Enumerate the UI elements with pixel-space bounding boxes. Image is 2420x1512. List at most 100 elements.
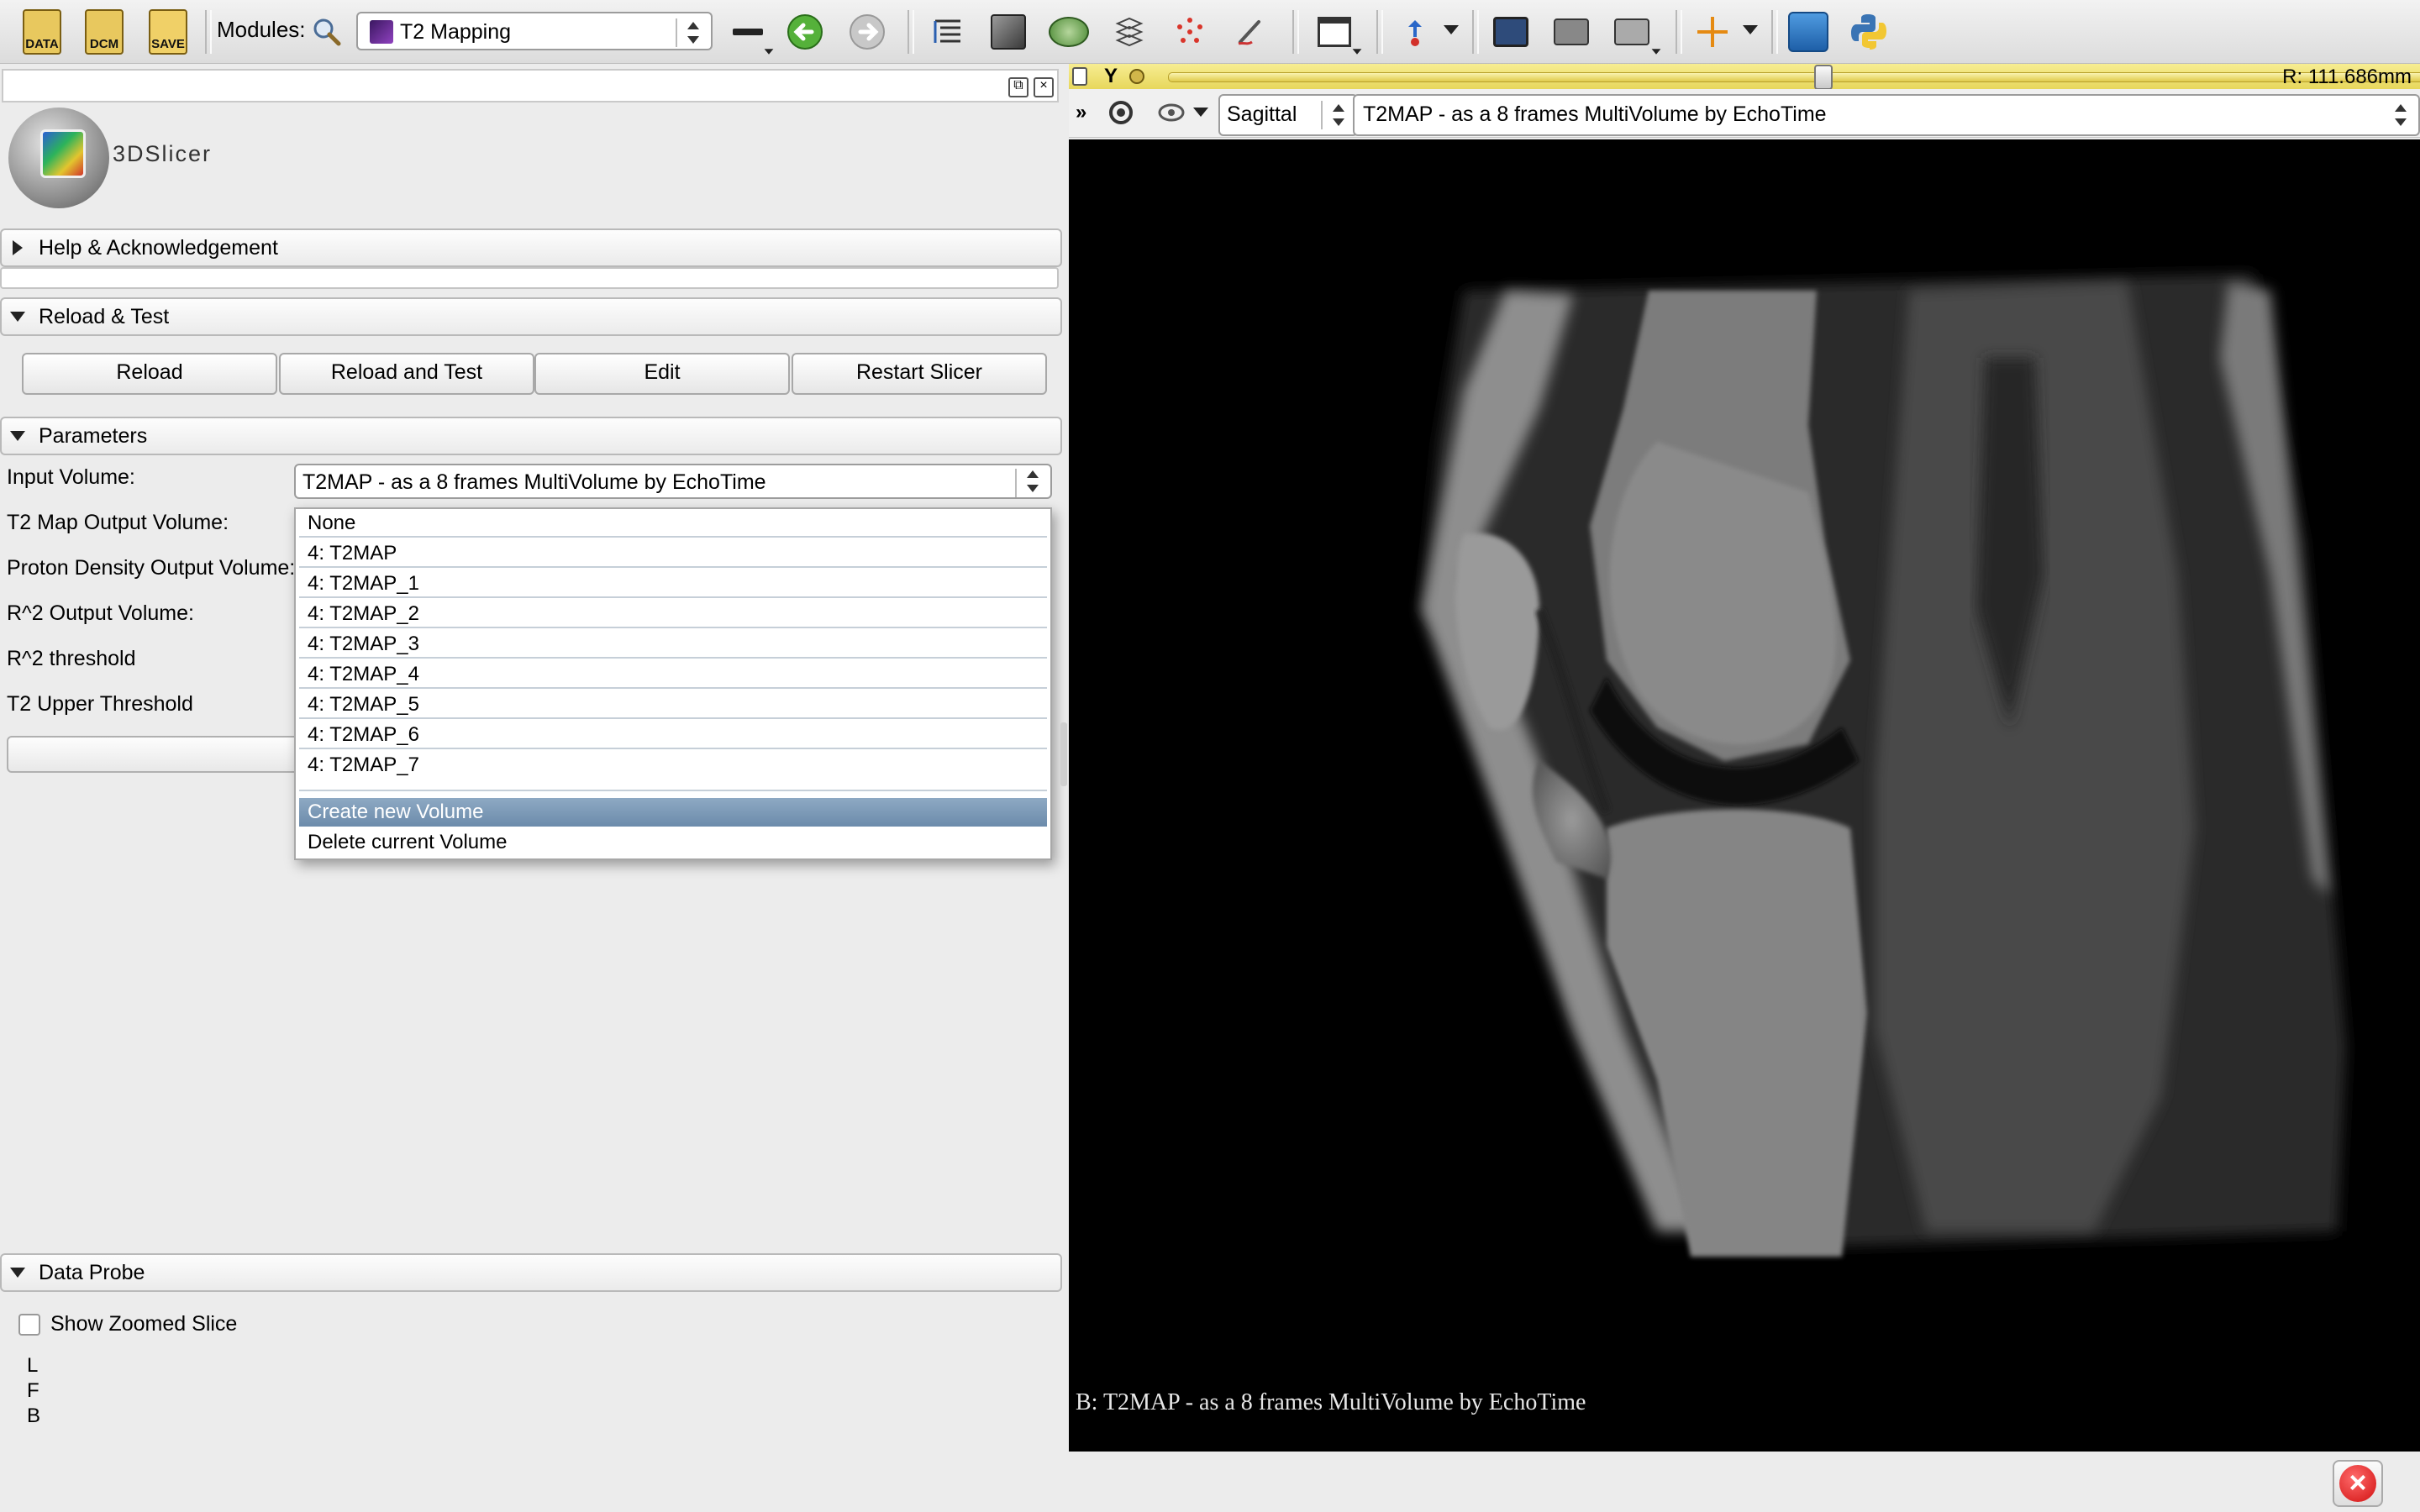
collapse-arrow-icon [10,1268,25,1278]
input-volume-selector[interactable]: T2MAP - as a 8 frames MultiVolume by Ech… [294,464,1052,499]
forward-icon[interactable] [844,8,891,55]
dcm-label: DCM [89,37,119,51]
python-icon[interactable] [1845,8,1892,55]
slice-position-readout: R: 111.686mm [2282,66,2412,88]
toolbar-separator [1292,10,1299,54]
link-icon[interactable] [1128,67,1146,86]
scene-view-icon[interactable] [1548,8,1595,55]
chevron-down-icon[interactable] [1743,25,1758,34]
dropdown-item[interactable]: 4: T2MAP_6 [299,721,1047,749]
screenshot-icon[interactable] [1487,8,1534,55]
data-module-icon[interactable] [924,8,971,55]
link-slices-icon[interactable] [1106,97,1139,131]
back-icon[interactable] [781,8,829,55]
r2-threshold-label: R^2 threshold [7,647,136,670]
logo-text: 3DSlicer [113,141,213,166]
chevron-down-icon[interactable] [1193,108,1208,117]
show-zoomed-slice-checkbox[interactable] [18,1314,40,1336]
dropdown-item-none[interactable]: None [299,509,1047,538]
expand-arrow-icon [13,240,23,255]
background-volume-selector[interactable]: T2MAP - as a 8 frames MultiVolume by Ech… [1353,94,2420,136]
slice-slider-handle[interactable] [1814,65,1833,90]
toolbar-separator [1472,10,1479,54]
dropdown-item[interactable]: 4: T2MAP_4 [299,660,1047,689]
reload-test-section-header[interactable]: Reload & Test [0,297,1062,336]
module-selector[interactable]: T2 Mapping [356,12,713,50]
toolbar-separator [1376,10,1383,54]
parameters-section-header[interactable]: Parameters [0,417,1062,455]
reload-button[interactable]: Reload [22,353,277,395]
status-bar [1069,1452,2420,1512]
panel-title-bar: ⧉ × [2,69,1059,102]
close-icon[interactable]: × [1034,77,1054,97]
dropdown-item[interactable]: 4: T2MAP_5 [299,690,1047,719]
dropdown-item[interactable]: 4: T2MAP_1 [299,570,1047,598]
layout-icon[interactable] [1311,8,1358,55]
reload-and-test-button[interactable]: Reload and Test [279,353,534,395]
dropdown-item[interactable]: 4: T2MAP_3 [299,630,1047,659]
probe-b-label: B [27,1404,41,1427]
orientation-selector[interactable]: Sagittal [1218,94,1358,136]
modules-label: Modules: [217,17,306,42]
spinner-arrows-icon [2391,102,2410,128]
slicer-logo: 3DSlicer [8,108,227,217]
dropdown-separator [299,790,1047,791]
save-label: SAVE [151,37,185,51]
collapse-arrow-icon [10,312,25,322]
proton-density-output-label: Proton Density Output Volume: [7,556,296,580]
probe-f-label: F [27,1379,39,1402]
delete-current-volume-item[interactable]: Delete current Volume [299,828,1047,857]
load-data-icon[interactable]: DATA [18,8,66,55]
chevron-down-icon[interactable] [764,49,774,55]
pin-icon[interactable] [1072,67,1087,86]
capture-icon[interactable] [1608,8,1655,55]
parameters-section-label: Parameters [39,424,148,448]
help-section-header[interactable]: Help & Acknowledgement [0,228,1062,267]
chevron-down-icon[interactable] [1352,49,1362,55]
undock-icon[interactable]: ⧉ [1008,77,1028,97]
models-icon[interactable] [1045,8,1092,55]
dropdown-item[interactable]: 4: T2MAP [299,539,1047,568]
search-icon[interactable] [308,8,346,55]
panel-splitter[interactable] [1060,722,1067,786]
slice-view-caption: B: T2MAP - as a 8 frames MultiVolume by … [1076,1389,1586,1415]
error-log-icon[interactable]: × [2333,1460,2383,1507]
extensions-icon[interactable] [1785,8,1832,55]
module-selector-value: T2 Mapping [400,20,512,44]
markups-icon[interactable] [1166,8,1213,55]
dicom-icon[interactable]: DCM [81,8,128,55]
slice-offset-slider[interactable] [1168,72,2420,82]
main-toolbar: DATA DCM SAVE Modules: T2 Mapping [0,0,2420,64]
help-section-label: Help & Acknowledgement [39,236,278,260]
more-options-icon[interactable]: » [1076,101,1086,124]
mri-knee-image [1422,274,2346,1257]
create-new-volume-item[interactable]: Create new Volume [299,798,1047,827]
orientation-value: Sagittal [1227,102,1297,126]
visibility-icon[interactable] [1156,97,1186,128]
data-probe-section-label: Data Probe [39,1261,145,1284]
mouse-mode-icon[interactable] [1392,8,1439,55]
chevron-down-icon[interactable] [1444,25,1459,34]
dropdown-item[interactable]: 4: T2MAP_7 [299,751,1047,780]
save-icon[interactable]: SAVE [145,8,192,55]
reload-test-section-label: Reload & Test [39,305,170,328]
volumes-icon[interactable] [985,8,1032,55]
t2-upper-threshold-label: T2 Upper Threshold [7,692,193,716]
edit-button[interactable]: Edit [534,353,790,395]
editor-icon[interactable] [1227,8,1274,55]
spinner-arrows-icon [1023,469,1042,494]
toolbar-separator [908,10,914,54]
volume-dropdown-list: None 4: T2MAP 4: T2MAP_1 4: T2MAP_2 4: T… [294,507,1052,860]
transforms-icon[interactable] [1106,8,1153,55]
crosshair-icon[interactable] [1689,8,1736,55]
input-volume-value: T2MAP - as a 8 frames MultiVolume by Ech… [302,470,766,494]
spinner-arrows-icon [1329,102,1348,128]
chevron-down-icon[interactable] [1651,49,1661,55]
slice-axis-label: Y [1104,65,1118,87]
slice-controller-bar: Y R: 111.686mm [1069,64,2420,90]
restart-slicer-button[interactable]: Restart Slicer [792,353,1047,395]
data-probe-section-header[interactable]: Data Probe [0,1253,1062,1292]
sagittal-slice-view[interactable]: B: T2MAP - as a 8 frames MultiVolume by … [1069,139,2420,1452]
apply-button[interactable] [7,736,302,773]
dropdown-item[interactable]: 4: T2MAP_2 [299,600,1047,628]
